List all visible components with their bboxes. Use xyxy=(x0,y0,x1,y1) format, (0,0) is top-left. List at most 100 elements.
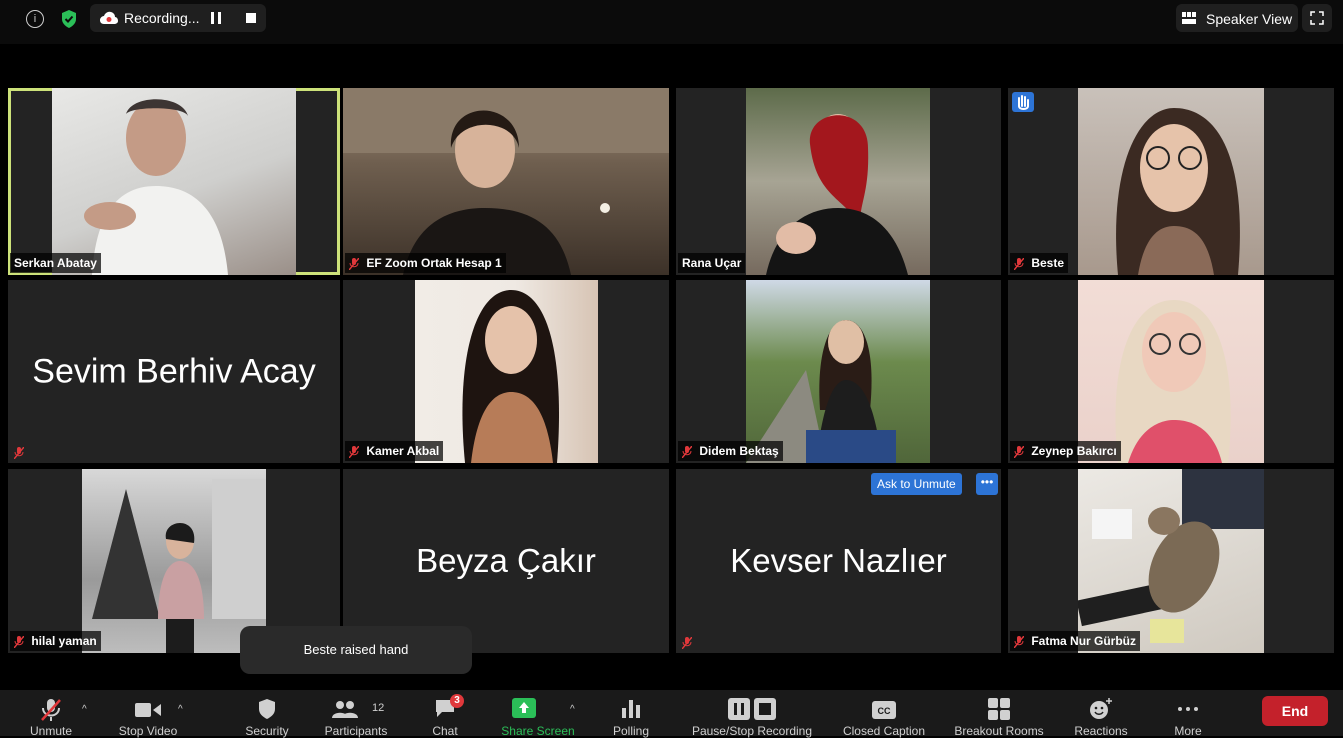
muted-mic-icon xyxy=(349,257,359,270)
video-tile[interactable]: Didem Bektaş xyxy=(676,280,1001,463)
unread-chat-badge: 3 xyxy=(450,694,464,708)
participant-name: EF Zoom Ortak Hesap 1 xyxy=(366,256,502,270)
video-tile[interactable]: Kevser Nazlıer Ask to Unmute ••• xyxy=(676,469,1001,653)
security-button[interactable]: Security xyxy=(236,690,298,738)
person-silhouette xyxy=(343,88,669,275)
video-tile[interactable]: EF Zoom Ortak Hesap 1 xyxy=(343,88,669,275)
breakout-rooms-icon xyxy=(988,698,1010,720)
muted-mic-icon xyxy=(349,445,359,458)
stop-video-button[interactable]: Stop Video xyxy=(112,690,184,738)
pause-recording-icon[interactable] xyxy=(210,12,222,24)
grid-view-icon xyxy=(1182,12,1196,24)
security-shield-icon xyxy=(259,699,275,719)
person-silhouette xyxy=(766,114,908,275)
video-camera-icon xyxy=(135,703,161,717)
more-button[interactable]: More xyxy=(1160,690,1216,738)
video-tile[interactable]: Beste xyxy=(1008,88,1334,275)
person-silhouette xyxy=(746,320,896,463)
recording-label: Recording... xyxy=(124,10,200,26)
end-meeting-button[interactable]: End xyxy=(1262,696,1328,726)
pause-stop-recording-button[interactable]: Pause/Stop Recording xyxy=(680,690,824,738)
participant-name: Zeynep Bakırcı xyxy=(1031,444,1117,458)
polling-bar-chart-icon xyxy=(622,700,640,718)
pause-stop-recording-icon xyxy=(728,698,776,720)
unmute-button[interactable]: Unmute xyxy=(20,690,82,738)
chat-button[interactable]: 3 Chat xyxy=(418,690,472,738)
share-options-caret-icon[interactable]: ^ xyxy=(570,704,575,715)
participant-name-tag: Didem Bektaş xyxy=(678,441,783,461)
participant-video xyxy=(1076,469,1264,653)
video-tile[interactable]: Sevim Berhiv Acay xyxy=(8,280,340,463)
participant-name-large: Kevser Nazlıer xyxy=(730,542,947,579)
raised-hand-icon xyxy=(1012,92,1034,112)
raised-hand-notification: Beste raised hand xyxy=(240,626,472,674)
participants-icon xyxy=(331,701,358,718)
encryption-shield-icon[interactable] xyxy=(60,9,78,29)
recording-indicator: Recording... xyxy=(90,4,266,32)
participant-name: Fatma Nur Gürbüz xyxy=(1031,634,1137,648)
participant-name-tag: Serkan Abatay xyxy=(10,253,101,273)
video-tile[interactable]: Rana Uçar xyxy=(676,88,1001,275)
participant-name-tag: Kamer Akbal xyxy=(345,441,444,461)
closed-caption-icon: CC xyxy=(872,701,896,719)
participants-count: 12 xyxy=(372,702,385,714)
ask-to-unmute-button[interactable]: Ask to Unmute xyxy=(871,473,962,495)
video-tile[interactable]: Kamer Akbal xyxy=(343,280,669,463)
tile-more-options-button[interactable]: ••• xyxy=(976,473,998,495)
participant-name-large: Beyza Çakır xyxy=(416,542,596,579)
muted-mic-icon xyxy=(1014,445,1024,458)
muted-mic-icon xyxy=(1014,635,1024,648)
end-label: End xyxy=(1281,703,1309,719)
person-silhouette xyxy=(84,99,228,275)
participant-name: Beste xyxy=(1031,256,1065,270)
share-screen-icon xyxy=(511,698,536,718)
closed-caption-button[interactable]: CC Closed Caption xyxy=(834,690,934,738)
notification-text: Beste raised hand xyxy=(303,642,409,657)
reactions-smiley-icon xyxy=(1090,698,1112,719)
reactions-button[interactable]: Reactions xyxy=(1066,690,1136,738)
participant-video xyxy=(1078,280,1264,463)
fullscreen-icon xyxy=(1310,11,1324,25)
participant-name-tag: Beste xyxy=(1010,253,1069,273)
fullscreen-button[interactable] xyxy=(1302,4,1332,32)
participant-name-tag: EF Zoom Ortak Hesap 1 xyxy=(345,253,506,273)
cloud-recording-icon xyxy=(100,11,118,24)
video-tile[interactable]: Fatma Nur Gürbüz xyxy=(1008,469,1334,653)
more-dots-icon xyxy=(1178,707,1198,711)
muted-mic-icon xyxy=(682,445,692,458)
muted-mic-icon xyxy=(14,447,24,459)
muted-mic-icon xyxy=(1014,257,1024,270)
speaker-view-button[interactable]: Speaker View xyxy=(1176,4,1298,32)
video-tile[interactable]: Serkan Abatay xyxy=(8,88,340,275)
svg-text:CC: CC xyxy=(878,706,891,716)
person-silhouette xyxy=(92,479,266,653)
participant-name-tag: Fatma Nur Gürbüz xyxy=(1010,631,1141,651)
stop-recording-icon[interactable] xyxy=(246,13,256,23)
muted-mic-icon xyxy=(682,637,692,649)
participant-video xyxy=(746,88,930,275)
person-silhouette xyxy=(462,290,560,463)
video-tile[interactable]: Zeynep Bakırcı xyxy=(1008,280,1334,463)
audio-options-caret-icon[interactable]: ^ xyxy=(82,704,87,715)
participant-name: Rana Uçar xyxy=(682,256,742,270)
participant-name: Kamer Akbal xyxy=(366,444,440,458)
polling-button[interactable]: Polling xyxy=(604,690,658,738)
person-silhouette xyxy=(1115,300,1231,463)
share-screen-button[interactable]: Share Screen xyxy=(494,690,582,738)
cat-on-desk xyxy=(1076,469,1264,643)
breakout-rooms-button[interactable]: Breakout Rooms xyxy=(946,690,1052,738)
info-icon[interactable]: i xyxy=(26,10,44,28)
participant-video xyxy=(746,280,930,463)
participant-video xyxy=(52,88,296,275)
participant-video xyxy=(82,469,266,653)
meeting-controls-toolbar: Unmute ^ Stop Video ^ Security 12 Partic… xyxy=(0,690,1343,738)
meeting-top-bar: i Recording... Speaker View xyxy=(0,0,1343,44)
participant-video xyxy=(343,88,669,275)
person-silhouette xyxy=(1116,108,1240,275)
participant-name-tag: Rana Uçar xyxy=(678,253,746,273)
participant-name-tag: hilal yaman xyxy=(10,631,101,651)
participant-name-large: Sevim Berhiv Acay xyxy=(32,352,316,390)
participants-button[interactable]: 12 Participants xyxy=(318,690,394,738)
participant-name-tag: Zeynep Bakırcı xyxy=(1010,441,1121,461)
video-options-caret-icon[interactable]: ^ xyxy=(178,704,183,715)
